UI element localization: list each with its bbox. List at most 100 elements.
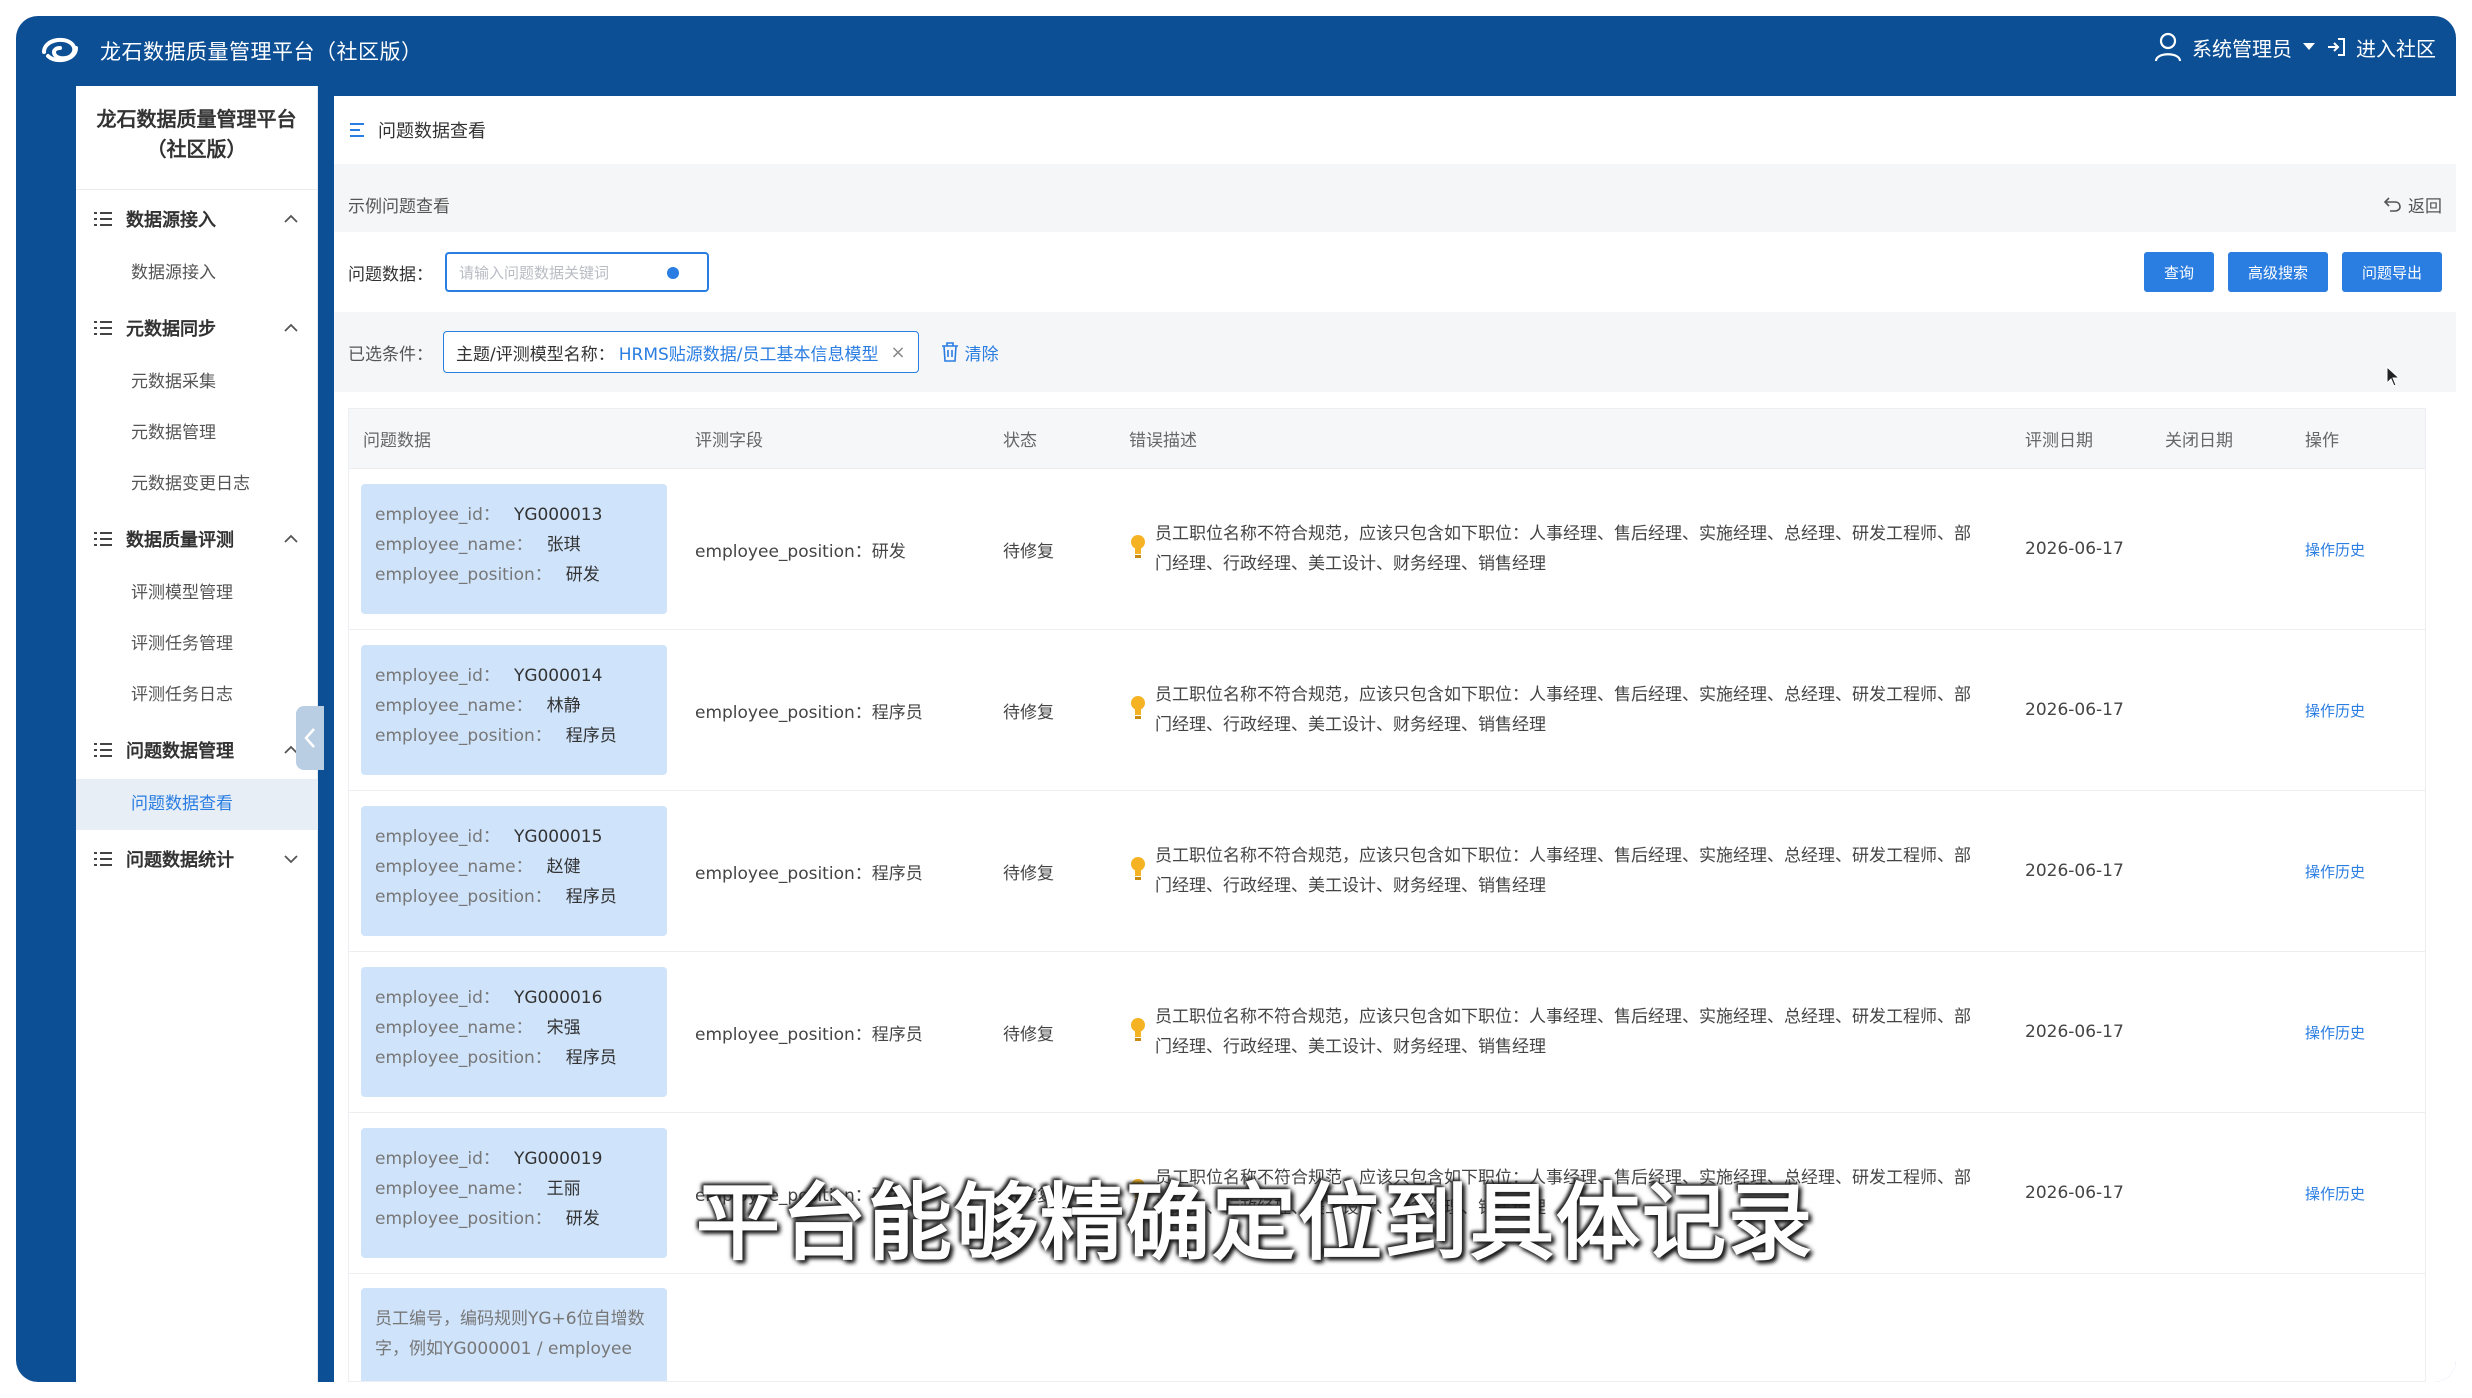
employee-position: 程序员 bbox=[565, 1048, 617, 1068]
mouse-cursor-icon bbox=[2386, 366, 2400, 387]
sidebar-group-0[interactable]: 数据源接入 bbox=[76, 190, 317, 248]
employee-id: YG000014 bbox=[513, 666, 603, 686]
action-buttons: 查询 高级搜索 问题导出 bbox=[2143, 252, 2442, 292]
sidebar-group-1[interactable]: 元数据同步 bbox=[76, 299, 317, 357]
employee-position: 程序员 bbox=[565, 887, 617, 907]
lightbulb-icon bbox=[1131, 535, 1145, 558]
user-icon[interactable] bbox=[2154, 32, 2182, 62]
employee-position: 研发 bbox=[565, 1209, 600, 1229]
search-placeholder: 请输入问题数据关键词 bbox=[459, 263, 610, 282]
error-description: 员工职位名称不符合规范，应该只包含如下职位：人事经理、售后经理、实施经理、总经理… bbox=[1155, 1007, 1971, 1057]
caret-down-icon[interactable] bbox=[2302, 42, 2316, 52]
clear-filter-button[interactable]: 清除 bbox=[941, 340, 999, 365]
list-icon bbox=[94, 743, 112, 757]
eval-date: 2026-06-17 bbox=[2025, 1022, 2124, 1042]
sidebar-group-label: 数据源接入 bbox=[126, 210, 216, 231]
advanced-search-button[interactable]: 高级搜索 bbox=[2227, 252, 2328, 292]
employee-id: YG000016 bbox=[513, 988, 603, 1008]
search-input[interactable]: 请输入问题数据关键词 bbox=[445, 252, 709, 292]
app-window: 龙石数据质量管理平台（社区版） 系统管理员 进入社区 龙石数据质量管理平台 （社… bbox=[16, 16, 2456, 1382]
sidebar-item[interactable]: 问题数据查看 bbox=[76, 779, 317, 830]
issue-data-card: employee_id： YG000016 employee_name： 宋强 empl… bbox=[361, 967, 667, 1097]
eval-field: employee_position：程序员 bbox=[695, 1024, 923, 1045]
menu-icon[interactable] bbox=[350, 122, 368, 138]
sidebar-item[interactable]: 元数据管理 bbox=[76, 408, 317, 459]
error-cell: 员工职位名称不符合规范，应该只包含如下职位：人事经理、售后经理、实施经理、总经理… bbox=[1113, 841, 2009, 901]
lightbulb-icon bbox=[1131, 696, 1145, 719]
filter-tag-key: 主题/评测模型名称： bbox=[456, 344, 615, 365]
back-button[interactable]: 返回 bbox=[2384, 192, 2442, 217]
sidebar-collapse-button[interactable] bbox=[296, 706, 324, 770]
export-button[interactable]: 问题导出 bbox=[2341, 252, 2442, 292]
sidebar-item[interactable]: 评测任务日志 bbox=[76, 670, 317, 721]
error-description: 员工职位名称不符合规范，应该只包含如下职位：人事经理、售后经理、实施经理、总经理… bbox=[1155, 524, 1971, 574]
user-name[interactable]: 系统管理员 bbox=[2192, 33, 2292, 62]
eval-field: employee_position：研发 bbox=[695, 541, 906, 562]
eval-date: 2026-06-17 bbox=[2025, 861, 2124, 881]
chevron-up-icon bbox=[284, 323, 298, 332]
sidebar-menu: 数据源接入 数据源接入 元数据同步 元数据采集 元数据管理 元数据变更日志 数据质量评测 评测… bbox=[76, 190, 317, 888]
chevron-up-icon bbox=[284, 214, 298, 223]
table-row: employee_id： YG000015 employee_name： 赵健 empl… bbox=[349, 791, 2425, 952]
chevron-down-icon bbox=[284, 855, 298, 864]
search-label: 问题数据： bbox=[348, 264, 433, 285]
sidebar-group-label: 问题数据管理 bbox=[126, 741, 234, 762]
employee-id: YG000015 bbox=[513, 827, 603, 847]
status-text: 待修复 bbox=[1003, 541, 1054, 562]
enter-community-link[interactable]: 进入社区 bbox=[2356, 33, 2436, 62]
list-icon bbox=[94, 321, 112, 335]
table-row: employee_id： YG000013 employee_name： 张琪 empl… bbox=[349, 469, 2425, 630]
sidebar-item[interactable]: 评测模型管理 bbox=[76, 568, 317, 619]
undo-icon bbox=[2384, 197, 2401, 212]
error-description: 员工职位名称不符合规范，应该只包含如下职位：人事经理、售后经理、实施经理、总经理… bbox=[1155, 846, 1971, 896]
video-subtitle: 平台能够精确定位到具体记录 bbox=[696, 1174, 1815, 1272]
sidebar-item[interactable]: 评测任务管理 bbox=[76, 619, 317, 670]
sidebar-group-label: 元数据同步 bbox=[126, 319, 216, 340]
filter-label: 已选条件： bbox=[348, 344, 433, 365]
issue-data-cell: employee_id： YG000014 employee_name： 林静 empl… bbox=[349, 645, 679, 775]
issue-data-cell: employee_id： YG000015 employee_name： 赵健 empl… bbox=[349, 806, 679, 936]
history-link[interactable]: 操作历史 bbox=[2305, 702, 2365, 720]
top-bar: 龙石数据质量管理平台（社区版） 系统管理员 进入社区 bbox=[16, 16, 2456, 86]
history-link[interactable]: 操作历史 bbox=[2305, 541, 2365, 559]
sidebar-item[interactable]: 数据源接入 bbox=[76, 248, 317, 299]
status-text: 待修复 bbox=[1003, 1024, 1054, 1045]
sidebar-group-2[interactable]: 数据质量评测 bbox=[76, 510, 317, 568]
filter-tag-value: HRMS贴源数据/员工基本信息模型 bbox=[618, 344, 879, 365]
issue-data-card: employee_id： YG000013 employee_name： 张琪 empl… bbox=[361, 484, 667, 614]
employee-name: 张琪 bbox=[546, 535, 581, 555]
employee-id: YG000013 bbox=[513, 505, 603, 525]
sidebar-group-label: 数据质量评测 bbox=[126, 530, 234, 551]
status-text: 待修复 bbox=[1003, 863, 1054, 884]
app-title: 龙石数据质量管理平台（社区版） bbox=[100, 40, 423, 64]
logout-icon[interactable] bbox=[2326, 37, 2346, 57]
filter-tag[interactable]: 主题/评测模型名称： HRMS贴源数据/员工基本信息模型 × bbox=[443, 331, 919, 373]
filter-row: 已选条件： 主题/评测模型名称： HRMS贴源数据/员工基本信息模型 × 清除 bbox=[334, 312, 2456, 392]
breadcrumb-current: 问题数据查看 bbox=[378, 121, 486, 142]
col-actions: 操作 bbox=[2305, 431, 2339, 451]
employee-position: 程序员 bbox=[565, 726, 617, 746]
issue-data-card: employee_id： YG000019 employee_name： 王丽 empl… bbox=[361, 1128, 667, 1258]
error-cell: 员工职位名称不符合规范，应该只包含如下职位：人事经理、售后经理、实施经理、总经理… bbox=[1113, 1002, 2009, 1062]
sidebar-group-4[interactable]: 问题数据统计 bbox=[76, 830, 317, 888]
chevron-left-icon bbox=[304, 728, 315, 748]
error-description: 员工职位名称不符合规范，应该只包含如下职位：人事经理、售后经理、实施经理、总经理… bbox=[1155, 685, 1971, 735]
logo-icon bbox=[42, 37, 78, 63]
search-row: 问题数据： 请输入问题数据关键词 查询 高级搜索 问题导出 bbox=[334, 232, 2456, 312]
sidebar-item[interactable]: 元数据变更日志 bbox=[76, 459, 317, 510]
history-link[interactable]: 操作历史 bbox=[2305, 1024, 2365, 1042]
sidebar-group-3[interactable]: 问题数据管理 bbox=[76, 721, 317, 779]
query-button[interactable]: 查询 bbox=[2143, 252, 2214, 292]
table-row: employee_id： YG000016 employee_name： 宋强 empl… bbox=[349, 952, 2425, 1113]
history-link[interactable]: 操作历史 bbox=[2305, 863, 2365, 881]
sidebar-item[interactable]: 元数据采集 bbox=[76, 357, 317, 408]
table-body: employee_id： YG000013 employee_name： 张琪 empl… bbox=[349, 469, 2425, 1274]
col-eval-date: 评测日期 bbox=[2025, 431, 2093, 451]
employee-id: YG000019 bbox=[513, 1149, 603, 1169]
issue-data-card: employee_id： YG000014 employee_name： 林静 empl… bbox=[361, 645, 667, 775]
close-icon[interactable]: × bbox=[891, 342, 906, 363]
history-link[interactable]: 操作历史 bbox=[2305, 1185, 2365, 1203]
issue-data-card: 员工编号，编码规则YG+6位自增数字，例如YG000001 / employee bbox=[361, 1288, 667, 1381]
table-row: employee_id： YG000014 employee_name： 林静 empl… bbox=[349, 630, 2425, 791]
employee-name: 宋强 bbox=[546, 1018, 581, 1038]
